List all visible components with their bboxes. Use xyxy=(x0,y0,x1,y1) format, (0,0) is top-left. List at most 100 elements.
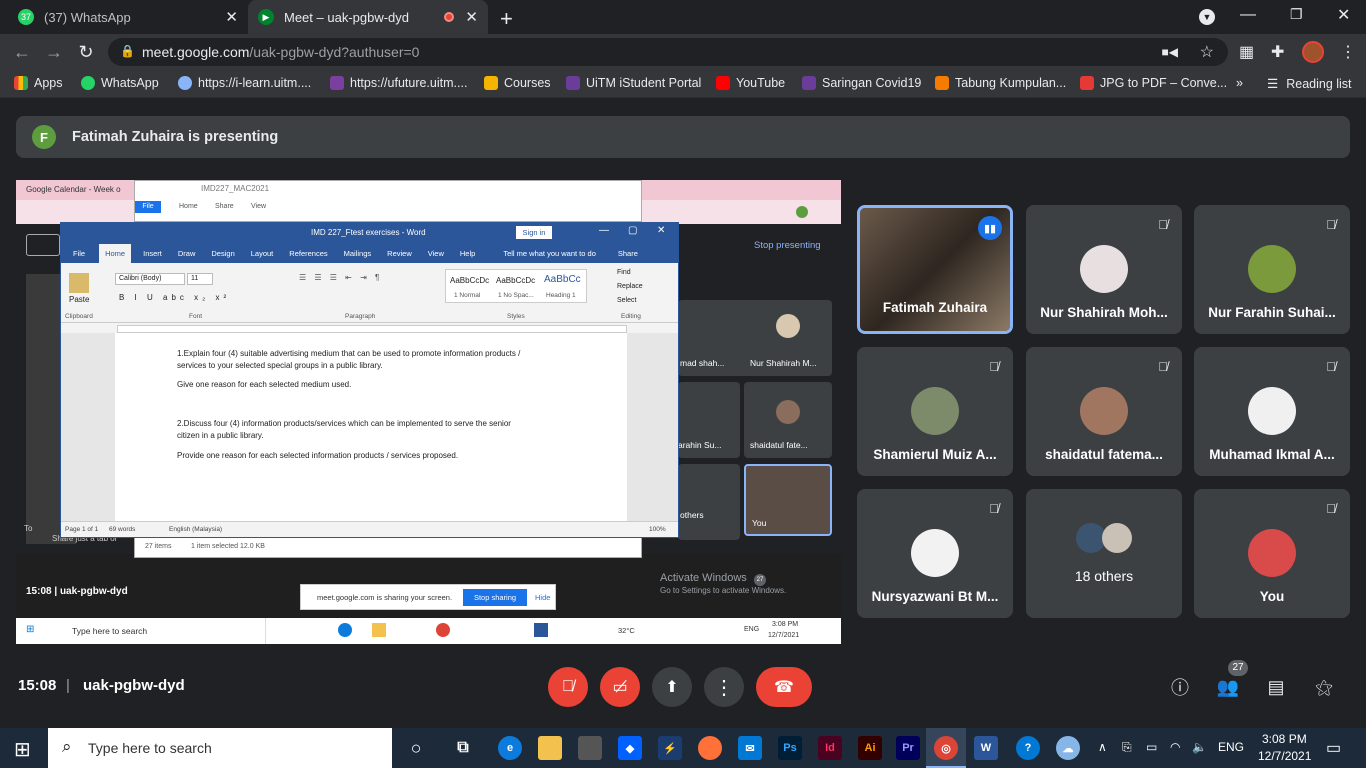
explorer-window: IMD227_MAC2021 File Home Share View xyxy=(134,180,642,222)
dropbox-icon[interactable]: ◆ xyxy=(618,736,642,760)
word-ribbon: Paste Calibri (Body) 11 B I U abc x₂ x² … xyxy=(61,263,678,323)
minimize-button[interactable]: — xyxy=(1240,6,1256,24)
activities-icon[interactable]: ⚝ xyxy=(1310,673,1338,701)
close-icon: ✕ xyxy=(657,225,666,236)
camera-in-use-icon[interactable]: ■◀ xyxy=(1162,45,1178,59)
profile-avatar xyxy=(796,206,808,218)
participant-tile[interactable]: 🎙̸ Nursyazwani Bt M... xyxy=(857,489,1013,618)
bookmarks-overflow-icon[interactable]: » xyxy=(1236,76,1243,90)
globe-icon xyxy=(178,76,192,90)
mic-off-icon: 🎙̸ xyxy=(989,358,999,374)
menu-kebab-icon[interactable]: ⋮ xyxy=(1340,42,1356,62)
edge-icon[interactable]: e xyxy=(498,736,522,760)
document-area: 1.Explain four (4) suitable advertising … xyxy=(61,333,678,521)
windows-start-icon[interactable]: ⊞ xyxy=(14,737,31,762)
word-title: IMD 227_Ftest exercises - Word xyxy=(311,228,426,237)
more-options-button[interactable]: ⋮ xyxy=(704,667,744,707)
speaking-indicator-icon: ▮▮ xyxy=(978,216,1002,240)
word-icon xyxy=(534,623,548,637)
indesign-icon[interactable]: Id xyxy=(818,736,842,760)
clock-date[interactable]: 12/7/2021 xyxy=(1258,749,1311,763)
bookmark-star-icon[interactable]: ☆ xyxy=(1200,42,1214,62)
illustrator-icon[interactable]: Ai xyxy=(858,736,882,760)
tab-meet[interactable]: ▶ Meet – uak-pgbw-dyd ✕ xyxy=(248,0,488,34)
tab-search-icon[interactable]: ▼ xyxy=(1199,9,1215,25)
word-icon[interactable]: W xyxy=(974,736,998,760)
profile-avatar[interactable] xyxy=(1302,41,1324,63)
bookmark-saringan[interactable]: Saringan Covid19 xyxy=(802,76,921,90)
present-screen-button[interactable]: ⬆ xyxy=(652,667,692,707)
doc-question-2-cont: citizen in a public library. xyxy=(177,431,264,440)
task-view-icon[interactable]: ⧉ xyxy=(451,736,475,760)
premiere-icon[interactable]: Pr xyxy=(896,736,920,760)
avatar xyxy=(1248,245,1296,293)
firefox-icon[interactable] xyxy=(698,736,722,760)
address-bar[interactable]: 🔒 meet.google.com/uak-pgbw-dyd?authuser=… xyxy=(108,38,1228,66)
participant-tile[interactable]: 🎙̸ Shamierul Muiz A... xyxy=(857,347,1013,476)
file-explorer-icon[interactable] xyxy=(538,736,562,760)
chat-icon[interactable]: ▤ xyxy=(1262,673,1290,701)
meeting-details-icon[interactable]: ⓘ xyxy=(1166,673,1194,701)
new-tab-button[interactable]: + xyxy=(500,6,513,32)
participant-tile[interactable]: 🎙̸ Muhamad Ikmal A... xyxy=(1194,347,1350,476)
weather-icon[interactable]: ☁ xyxy=(1056,736,1080,760)
bookmark-jpg2pdf[interactable]: JPG to PDF – Conve... xyxy=(1080,76,1227,90)
participant-tile-fatimah[interactable]: ▮▮ Fatimah Zuhaira xyxy=(857,205,1013,334)
tab-whatsapp[interactable]: 37 (37) WhatsApp ✕ xyxy=(8,0,248,34)
apps-grid-icon[interactable]: ▦ xyxy=(1239,42,1254,62)
taskbar-search-box[interactable]: ⌕ Type here to search xyxy=(48,728,392,768)
bookmark-tabung[interactable]: Tabung Kumpulan... xyxy=(935,76,1066,90)
participant-tile-self[interactable]: 🎙̸ You xyxy=(1194,489,1350,618)
reading-list[interactable]: ☰ Reading list xyxy=(1267,76,1352,92)
reload-icon[interactable]: ↻ xyxy=(74,40,98,64)
people-icon[interactable]: 👥 xyxy=(1214,673,1242,701)
cortana-icon[interactable]: ○ xyxy=(404,736,428,760)
inner-weather: 32°C xyxy=(618,626,635,635)
back-icon[interactable]: ← xyxy=(10,40,34,64)
usb-icon[interactable]: ⎘ xyxy=(1122,740,1132,755)
close-tab-icon[interactable]: ✕ xyxy=(225,8,238,26)
presenting-text: Fatimah Zuhaira is presenting xyxy=(72,129,279,145)
windows-taskbar: ⊞ ⌕ Type here to search ○ ⧉ e ◆ ⚡ ✉ Ps I… xyxy=(0,728,1366,768)
participant-tile[interactable]: 🎙̸ shaidatul fatema... xyxy=(1026,347,1182,476)
restore-button[interactable]: ❐ xyxy=(1290,6,1303,23)
camera-toggle-button[interactable]: ▭̸ xyxy=(600,667,640,707)
paragraph-buttons: ☰ ☰ ☰ ⇤ ⇥ ¶ xyxy=(299,273,383,282)
photoshop-icon[interactable]: Ps xyxy=(778,736,802,760)
close-tab-icon[interactable]: ✕ xyxy=(465,8,478,26)
wifi-icon[interactable]: ◠ xyxy=(1170,740,1180,754)
bookmark-ilearn[interactable]: https://i-learn.uitm.... xyxy=(178,76,311,90)
others-tile[interactable]: 18 others xyxy=(1026,489,1182,618)
volume-icon[interactable]: 🔈 xyxy=(1192,740,1207,754)
language-indicator[interactable]: ENG xyxy=(1218,740,1244,754)
store-icon[interactable] xyxy=(578,736,602,760)
notifications-icon[interactable]: ▭ xyxy=(1326,738,1341,758)
participant-tile[interactable]: 🎙̸ Nur Farahin Suhai... xyxy=(1194,205,1350,334)
forward-icon[interactable]: → xyxy=(42,40,66,64)
bookmark-ufuture[interactable]: https://ufuture.uitm.... xyxy=(330,76,467,90)
bookmark-youtube[interactable]: YouTube xyxy=(716,76,785,90)
participant-name: Muhamad Ikmal A... xyxy=(1209,447,1335,462)
leave-call-button[interactable]: ☎ xyxy=(756,667,812,707)
avatar xyxy=(1248,529,1296,577)
select-button: Select xyxy=(617,297,637,304)
mic-toggle-button[interactable]: 🎙̸ xyxy=(548,667,588,707)
bookmark-courses[interactable]: Courses xyxy=(484,76,551,90)
stop-presenting-button: Stop presenting xyxy=(754,240,821,251)
bookmark-apps[interactable]: Apps xyxy=(14,76,63,90)
close-window-button[interactable]: ✕ xyxy=(1337,5,1350,25)
word-signin-button: Sign in xyxy=(516,226,552,239)
avatar xyxy=(776,314,800,338)
clock-time[interactable]: 3:08 PM xyxy=(1262,732,1307,746)
battery-icon[interactable]: ▭ xyxy=(1146,740,1157,754)
help-icon[interactable]: ? xyxy=(1016,736,1040,760)
mail-icon[interactable]: ✉ xyxy=(738,736,762,760)
chrome-icon[interactable]: ◎ xyxy=(934,736,958,760)
extensions-icon[interactable]: ✚ xyxy=(1271,42,1284,62)
app-icon[interactable]: ⚡ xyxy=(658,736,682,760)
participant-tile[interactable]: 🎙̸ Nur Shahirah Moh... xyxy=(1026,205,1182,334)
tray-overflow-icon[interactable]: ∧ xyxy=(1098,740,1107,754)
bookmark-whatsapp[interactable]: WhatsApp xyxy=(81,76,159,90)
bookmark-istudent[interactable]: UiTM iStudent Portal xyxy=(566,76,701,90)
inner-tile: Nur Shahirah M... xyxy=(744,300,832,376)
